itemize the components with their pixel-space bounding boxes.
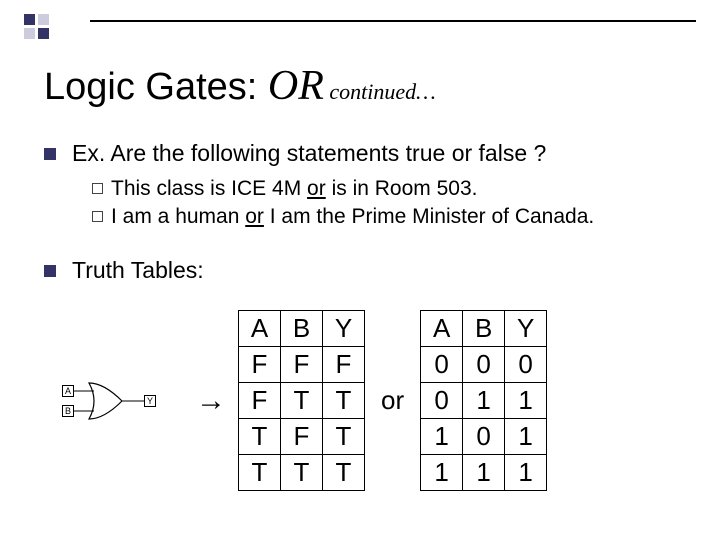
divider (90, 20, 696, 22)
title-plain: Logic Gates: (44, 66, 268, 108)
or-gate-icon (44, 361, 184, 441)
bullet-icon (44, 148, 56, 160)
bullet-icon (44, 265, 56, 277)
sub-bullet-1-text: This class is ICE 4M or is in Room 503. (111, 177, 477, 201)
td: 0 (463, 347, 505, 383)
th: Y (505, 311, 547, 347)
td: T (281, 383, 323, 419)
slide-title: Logic Gates: OR continued… (44, 62, 436, 110)
td: F (281, 347, 323, 383)
td: T (323, 419, 365, 455)
td: F (281, 419, 323, 455)
td: 1 (505, 419, 547, 455)
content-area: Ex. Are the following statements true or… (44, 140, 676, 294)
td: T (281, 455, 323, 491)
td: F (323, 347, 365, 383)
td: T (239, 419, 281, 455)
td: 1 (463, 455, 505, 491)
sub-bullet-1: This class is ICE 4M or is in Room 503. (92, 177, 676, 201)
td: 1 (421, 455, 463, 491)
sub-bullet-2: I am a human or I am the Prime Minister … (92, 205, 676, 229)
bullet-example: Ex. Are the following statements true or… (44, 140, 676, 167)
td: 1 (505, 455, 547, 491)
sub-bullet-icon (92, 183, 103, 194)
td: 0 (421, 347, 463, 383)
sub-bullet-list: This class is ICE 4M or is in Room 503. … (92, 177, 676, 229)
th: B (463, 311, 505, 347)
td: 1 (463, 383, 505, 419)
bullet-truth-tables-text: Truth Tables: (72, 257, 204, 284)
td: T (323, 383, 365, 419)
tables-row: A B Y → A B Y F F F F T T T F (44, 310, 676, 491)
sub-bullet-2-text: I am a human or I am the Prime Minister … (111, 205, 594, 229)
bullet-example-text: Ex. Are the following statements true or… (72, 140, 546, 167)
td: 0 (421, 383, 463, 419)
td: 0 (463, 419, 505, 455)
or-separator: or (381, 385, 404, 416)
bullet-truth-tables: Truth Tables: (44, 257, 676, 284)
title-italic: OR (268, 63, 324, 109)
or-gate-diagram: A B Y (44, 361, 184, 441)
td: 1 (505, 383, 547, 419)
th: A (239, 311, 281, 347)
arrow-icon: → (196, 384, 226, 418)
gate-input-b-label: B (62, 405, 74, 417)
corner-decoration (24, 14, 74, 39)
td: F (239, 383, 281, 419)
sub-bullet-icon (92, 211, 103, 222)
th: A (421, 311, 463, 347)
title-subscript: continued… (324, 79, 436, 104)
td: F (239, 347, 281, 383)
gate-input-a-label: A (62, 385, 74, 397)
th: B (281, 311, 323, 347)
td: T (323, 455, 365, 491)
truth-table-binary: A B Y 0 0 0 0 1 1 1 0 1 1 1 1 (420, 310, 547, 491)
th: Y (323, 311, 365, 347)
truth-table-tf: A B Y F F F F T T T F T T T T (238, 310, 365, 491)
td: 1 (421, 419, 463, 455)
td: 0 (505, 347, 547, 383)
td: T (239, 455, 281, 491)
gate-output-y-label: Y (144, 395, 156, 407)
slide: Logic Gates: OR continued… Ex. Are the f… (0, 0, 720, 540)
